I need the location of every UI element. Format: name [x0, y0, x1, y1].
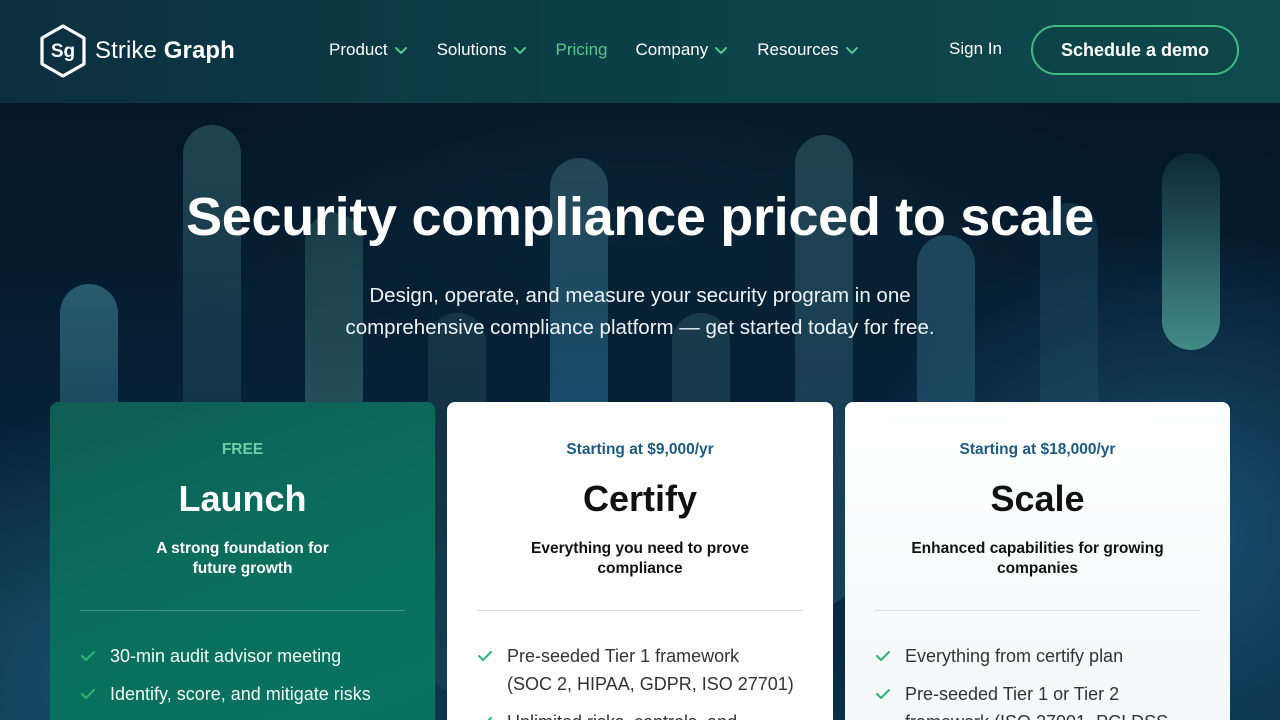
- feature-text: Everything from certify plan: [905, 642, 1123, 670]
- plan-price: Starting at $9,000/yr: [566, 441, 714, 458]
- plan-description-line2: companies: [997, 560, 1078, 577]
- feature-list: 30-min audit advisor meeting Identify, s…: [80, 642, 415, 718]
- plan-description-line2: compliance: [597, 560, 683, 577]
- feature-text: 30-min audit advisor meeting: [110, 642, 341, 670]
- brand-logo[interactable]: Sg Strike Graph: [39, 24, 235, 78]
- plan-price: FREE: [221, 441, 264, 458]
- feature-text-line1: Everything from certify plan: [905, 646, 1124, 666]
- nav-item-label: Company: [635, 40, 709, 59]
- plan-description: Everything you need to prove compliance: [507, 539, 773, 579]
- feature-item: Unlimited risks, controls, and: [477, 708, 813, 720]
- feature-item: Pre-seeded Tier 1 or Tier 2 framework (IS…: [875, 680, 1210, 720]
- plan-description-line1: A strong foundation for: [156, 540, 329, 557]
- nav-item-pricing[interactable]: Pricing: [556, 40, 608, 60]
- feature-item: Pre-seeded Tier 1 framework (SOC 2, HIPAA…: [477, 642, 813, 698]
- feature-text-line2: (SOC 2, HIPAA, GDPR, ISO 27701): [507, 674, 794, 694]
- chevron-down-icon: [715, 47, 728, 54]
- feature-text-line1: 30-min audit advisor meeting: [110, 646, 342, 666]
- brand-name-bold: Graph: [163, 37, 235, 64]
- check-icon: [80, 680, 96, 708]
- nav-item-label: Product: [329, 40, 388, 59]
- plan-name: Launch: [178, 478, 307, 519]
- top-navbar: Sg Strike Graph Product Solutions Pricin…: [0, 0, 1280, 103]
- plan-price: Starting at $18,000/yr: [959, 441, 1116, 458]
- hero-subtitle: Design, operate, and measure your securi…: [290, 280, 990, 344]
- sign-in-link[interactable]: Sign In: [949, 39, 1002, 59]
- plan-description-line1: Enhanced capabilities for growing: [911, 540, 1164, 557]
- check-icon: [80, 642, 96, 670]
- plan-description-line2: future growth: [192, 560, 293, 577]
- divider: [875, 610, 1200, 611]
- feature-item: 30-min audit advisor meeting: [80, 642, 415, 670]
- feature-text: Pre-seeded Tier 1 framework (SOC 2, HIPAA…: [507, 642, 794, 698]
- feature-text: Identify, score, and mitigate risks: [110, 680, 371, 708]
- plan-card-scale: Starting at $18,000/yr Scale Enhanced ca…: [845, 402, 1230, 720]
- check-icon: [875, 680, 891, 708]
- plan-card-launch: FREE Launch A strong foundation for futu…: [50, 402, 435, 720]
- feature-text: Unlimited risks, controls, and: [507, 708, 737, 720]
- feature-list: Pre-seeded Tier 1 framework (SOC 2, HIPAA…: [477, 642, 813, 720]
- nav-item-label: Solutions: [436, 40, 507, 59]
- brand-name-light: Strike: [95, 37, 157, 64]
- main-nav: Product Solutions Pricing Company Resour…: [329, 38, 859, 62]
- check-icon: [875, 642, 891, 670]
- hexagon-logo-icon: Sg: [40, 24, 86, 78]
- plan-description: Enhanced capabilities for growing compan…: [905, 539, 1170, 579]
- feature-text-line1: Unlimited risks, controls, and: [507, 712, 737, 720]
- feature-text-line1: Identify, score, and mitigate risks: [110, 684, 371, 704]
- chevron-down-icon: [513, 47, 526, 54]
- decorative-pillar: [1162, 153, 1220, 350]
- feature-text-line1: Pre-seeded Tier 1 framework: [507, 646, 740, 666]
- plan-name: Certify: [582, 478, 698, 519]
- plan-name: Scale: [990, 478, 1085, 519]
- nav-item-label: Pricing: [555, 40, 608, 59]
- feature-text: Pre-seeded Tier 1 or Tier 2 framework (IS…: [905, 680, 1173, 720]
- feature-item: Identify, score, and mitigate risks: [80, 680, 415, 708]
- plan-card-certify: Starting at $9,000/yr Certify Everything…: [447, 402, 833, 720]
- nav-item-product[interactable]: Product: [329, 40, 408, 60]
- check-icon: [477, 642, 493, 670]
- nav-item-company[interactable]: Company: [636, 40, 729, 60]
- nav-item-resources[interactable]: Resources: [757, 40, 858, 60]
- divider: [80, 610, 405, 611]
- plan-description-line1: Everything you need to prove: [531, 540, 749, 557]
- feature-item: Everything from certify plan: [875, 642, 1210, 670]
- feature-list: Everything from certify plan Pre-seeded …: [875, 642, 1210, 720]
- feature-text-line1: Pre-seeded Tier 1 or Tier 2: [905, 684, 1120, 704]
- hero-subtitle-line2: comprehensive compliance platform — get …: [345, 316, 935, 339]
- feature-text-line2: framework (ISO 27001, PCI DSS,: [905, 712, 1173, 720]
- logo-mark-text: Sg: [51, 41, 75, 62]
- nav-item-label: Resources: [757, 40, 839, 59]
- brand-name: Strike Graph: [95, 37, 235, 65]
- nav-item-solutions[interactable]: Solutions: [437, 40, 527, 60]
- page-title: Security compliance priced to scale: [186, 187, 1094, 247]
- divider: [477, 610, 803, 611]
- plan-description: A strong foundation for future growth: [110, 539, 375, 579]
- chevron-down-icon: [845, 47, 858, 54]
- chevron-down-icon: [394, 47, 407, 54]
- hero-subtitle-line1: Design, operate, and measure your securi…: [369, 284, 911, 307]
- schedule-demo-button[interactable]: Schedule a demo: [1031, 25, 1239, 75]
- check-icon: [477, 708, 493, 720]
